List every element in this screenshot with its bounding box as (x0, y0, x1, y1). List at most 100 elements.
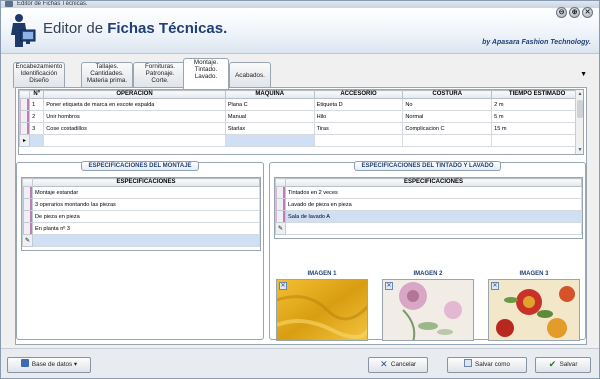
cell[interactable]: Complicacion C (402, 122, 493, 135)
cell[interactable]: 3 (29, 122, 45, 135)
list-item[interactable]: Tintados en 2 veces (275, 186, 582, 199)
table-row[interactable]: 3 Cose costadillos Starlax Tiras Complic… (19, 122, 583, 135)
cell[interactable]: 3 operarios montando las piezas (32, 198, 260, 211)
cell[interactable]: De pieza en pieza (32, 210, 260, 223)
cell[interactable]: 15 m (491, 122, 583, 135)
row-selector[interactable] (22, 222, 33, 235)
column-header-accesorio[interactable]: ACCESORIO (313, 90, 404, 99)
cell[interactable]: Etiqueta D (313, 98, 404, 111)
tab-fornituras[interactable]: Fornituras. Patronaje. Corte. (133, 62, 187, 88)
row-selector[interactable] (19, 122, 31, 135)
tab-encabezamiento[interactable]: Encabezamiento Identificación Diseño (13, 62, 65, 88)
montaje-column-header[interactable]: ESPECIFICACIONES (32, 178, 260, 187)
row-selector[interactable] (275, 210, 286, 223)
app-title: Editor de Fichas Técnicas. (43, 20, 227, 37)
column-header-no[interactable]: Nº (29, 90, 45, 99)
save-as-button[interactable]: Salvar como (447, 357, 527, 373)
tintado-title: ESPECIFICACIONES DEL TINTADO Y LAVADO (354, 161, 501, 171)
cell[interactable]: Starlax (224, 122, 315, 135)
scroll-up-icon[interactable]: ▲ (577, 91, 583, 97)
list-item[interactable]: En planta nº 3 (22, 222, 260, 235)
cell[interactable]: Sala de lavado A (285, 210, 582, 223)
remove-image-icon[interactable]: ✕ (491, 282, 499, 290)
row-selector[interactable] (22, 210, 33, 223)
montaje-grid: ESPECIFICACIONES Montaje estandar 3 oper… (21, 177, 261, 251)
tab-montaje[interactable]: Montaje. Tintado. Lavado. (183, 58, 229, 89)
database-icon (20, 359, 29, 367)
save-button[interactable]: ✔ Salvar (535, 357, 591, 373)
operations-grid: Nº OPERACION MAQUINA ACCESORIO COSTURA T… (18, 89, 584, 155)
cell[interactable]: 1 (29, 98, 45, 111)
image-2-label: IMAGEN 2 (413, 271, 443, 277)
minimize-button[interactable]: ⊖ (556, 7, 567, 18)
cell[interactable]: Hilo (313, 110, 404, 123)
cancel-icon: ✕ (380, 359, 388, 369)
maximize-button[interactable]: ⊕ (569, 7, 580, 18)
row-selector[interactable] (22, 198, 33, 211)
cell[interactable]: Tiras (313, 122, 404, 135)
row-selector[interactable] (275, 198, 286, 211)
cancel-button[interactable]: ✕ Cancelar (368, 357, 428, 373)
database-button[interactable]: Base de datos ▾ (7, 357, 91, 373)
table-row[interactable]: 2 Unir hombros Manual Hilo Normal 5 m (19, 110, 583, 123)
cell[interactable]: 2 m (491, 98, 583, 111)
cell[interactable]: Tintados en 2 veces (285, 186, 582, 199)
cell[interactable]: Montaje estandar (32, 186, 260, 199)
database-label: Base de datos (31, 361, 73, 368)
row-selector[interactable] (275, 186, 286, 199)
row-selector[interactable] (19, 98, 31, 111)
edit-row-icon: ✎ (275, 222, 286, 235)
cell[interactable]: Lavado de pieza en pieza (285, 198, 582, 211)
image-3-label: IMAGEN 3 (519, 271, 549, 277)
image-3[interactable]: ✕ (488, 279, 580, 341)
column-header-costura[interactable]: COSTURA (402, 90, 493, 99)
logo-icon (11, 14, 36, 47)
tab-content-panel: Nº OPERACION MAQUINA ACCESORIO COSTURA T… (15, 87, 587, 345)
list-item[interactable]: 3 operarios montando las piezas (22, 198, 260, 211)
cell[interactable]: 2 (29, 110, 45, 123)
row-selector[interactable] (19, 110, 31, 123)
cell[interactable]: 5 m (491, 110, 583, 123)
cell[interactable]: Plana C (224, 98, 315, 111)
cell[interactable]: Cose costadillos (43, 122, 226, 135)
window-controls: ⊖ ⊕ ✕ (556, 7, 593, 18)
tab-menu-icon[interactable]: ▼ (580, 71, 587, 78)
cell[interactable]: Normal (402, 110, 493, 123)
tab-acabados[interactable]: Acabados. (229, 62, 271, 88)
bottom-toolbar: Base de datos ▾ ✕ Cancelar Salvar como ✔ S… (1, 348, 599, 378)
close-button[interactable]: ✕ (582, 7, 593, 18)
table-row[interactable]: 1 Poner etiqueta de marca en escote espa… (19, 98, 583, 111)
image-2[interactable]: ✕ (382, 279, 474, 341)
remove-image-icon[interactable]: ✕ (385, 282, 393, 290)
row-selector[interactable] (22, 186, 33, 199)
scroll-thumb[interactable] (577, 100, 583, 118)
byline: by Apasara Fashion Technology. (482, 39, 591, 46)
list-item[interactable]: Lavado de pieza en pieza (275, 198, 582, 211)
app-header: Editor de Fichas Técnicas. by Apasara Fa… (1, 7, 599, 54)
list-item[interactable]: Montaje estandar (22, 186, 260, 199)
new-row[interactable]: ✎ (22, 234, 260, 247)
column-header-maquina[interactable]: MAQUINA (224, 90, 315, 99)
column-header-operacion[interactable]: OPERACION (43, 90, 226, 99)
list-item[interactable]: Sala de lavado A (275, 210, 582, 223)
list-item[interactable]: De pieza en pieza (22, 210, 260, 223)
fabric-floral-pink-image (383, 280, 473, 340)
tintado-section: ESPECIFICACIONES DEL TINTADO Y LAVADO ES… (269, 161, 586, 341)
remove-image-icon[interactable]: ✕ (279, 282, 287, 290)
cell[interactable]: Unir hombros (43, 110, 226, 123)
tintado-column-header[interactable]: ESPECIFICACIONES (285, 178, 582, 187)
save-as-label: Salvar como (475, 361, 510, 368)
new-row[interactable]: ✎ (275, 222, 582, 235)
image-1[interactable]: ✕ (276, 279, 368, 341)
operations-scrollbar[interactable]: ▲ ▼ (575, 90, 583, 154)
new-row[interactable]: ▸ (19, 134, 583, 147)
cell[interactable]: No (402, 98, 493, 111)
cell[interactable]: Poner etiqueta de marca en escote espald… (43, 98, 226, 111)
scroll-down-icon[interactable]: ▼ (577, 147, 583, 153)
montaje-title: ESPECIFICACIONES DEL MONTAJE (81, 161, 199, 171)
cell[interactable]: En planta nº 3 (32, 222, 260, 235)
cell[interactable]: Manual (224, 110, 315, 123)
column-header-tiempo[interactable]: TIEMPO ESTIMADO (491, 90, 583, 99)
tab-tallajes[interactable]: Tallajes. Cantidades. Materia prima. (81, 62, 133, 88)
cancel-label: Cancelar (390, 361, 417, 368)
